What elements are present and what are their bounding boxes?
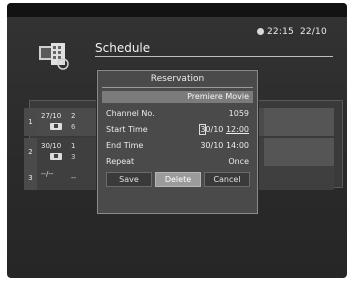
start-time-label: Start Time	[106, 125, 148, 134]
reservation-dialog: Reservation Premiere Movie Channel No. 1…	[97, 70, 258, 214]
end-time-label: End Time	[106, 141, 144, 150]
row-end-cell	[264, 138, 334, 166]
save-button[interactable]: Save	[106, 172, 152, 187]
top-bezel	[7, 3, 347, 17]
row-number: 3	[24, 166, 37, 190]
dialog-title: Reservation	[150, 74, 205, 84]
cancel-button[interactable]: Cancel	[204, 172, 250, 187]
clock-date: 22/10	[299, 27, 327, 37]
clock-icon	[257, 28, 264, 35]
tv-calendar-icon	[39, 43, 69, 70]
delete-button[interactable]: Delete	[155, 172, 201, 187]
row-channel: 3	[71, 153, 76, 161]
repeat-value[interactable]: Once	[228, 157, 249, 166]
row-end-cell	[264, 108, 334, 136]
clock-time: 22:15	[267, 27, 294, 37]
start-time-field[interactable]: 30/10 12:00	[199, 124, 249, 135]
page-title: Schedule	[95, 41, 151, 55]
start-time-value: 12:00	[225, 125, 249, 134]
row-channel: 6	[71, 123, 76, 131]
status-clock: 22:15 22/10	[257, 27, 327, 37]
tv-icon	[50, 153, 62, 160]
row-number: 2	[24, 138, 37, 166]
channel-value[interactable]: 1059	[229, 109, 249, 118]
title-divider	[95, 56, 333, 57]
row-date: --/--	[41, 170, 54, 178]
row-time: 1	[71, 142, 76, 150]
end-time-value[interactable]: 30/10 14:00	[200, 141, 249, 150]
channel-label: Channel No.	[106, 109, 155, 118]
row-date: 30/10	[41, 142, 62, 150]
row-number: 1	[24, 108, 37, 136]
row-time: --	[71, 174, 77, 182]
program-name: Premiere Movie	[102, 91, 253, 103]
row-time: 2	[71, 112, 76, 120]
start-date-rest: /10	[210, 125, 226, 134]
row-date: 27/10	[41, 112, 62, 120]
tv-icon	[50, 123, 62, 130]
dialog-divider	[102, 87, 253, 88]
repeat-label: Repeat	[106, 157, 135, 166]
